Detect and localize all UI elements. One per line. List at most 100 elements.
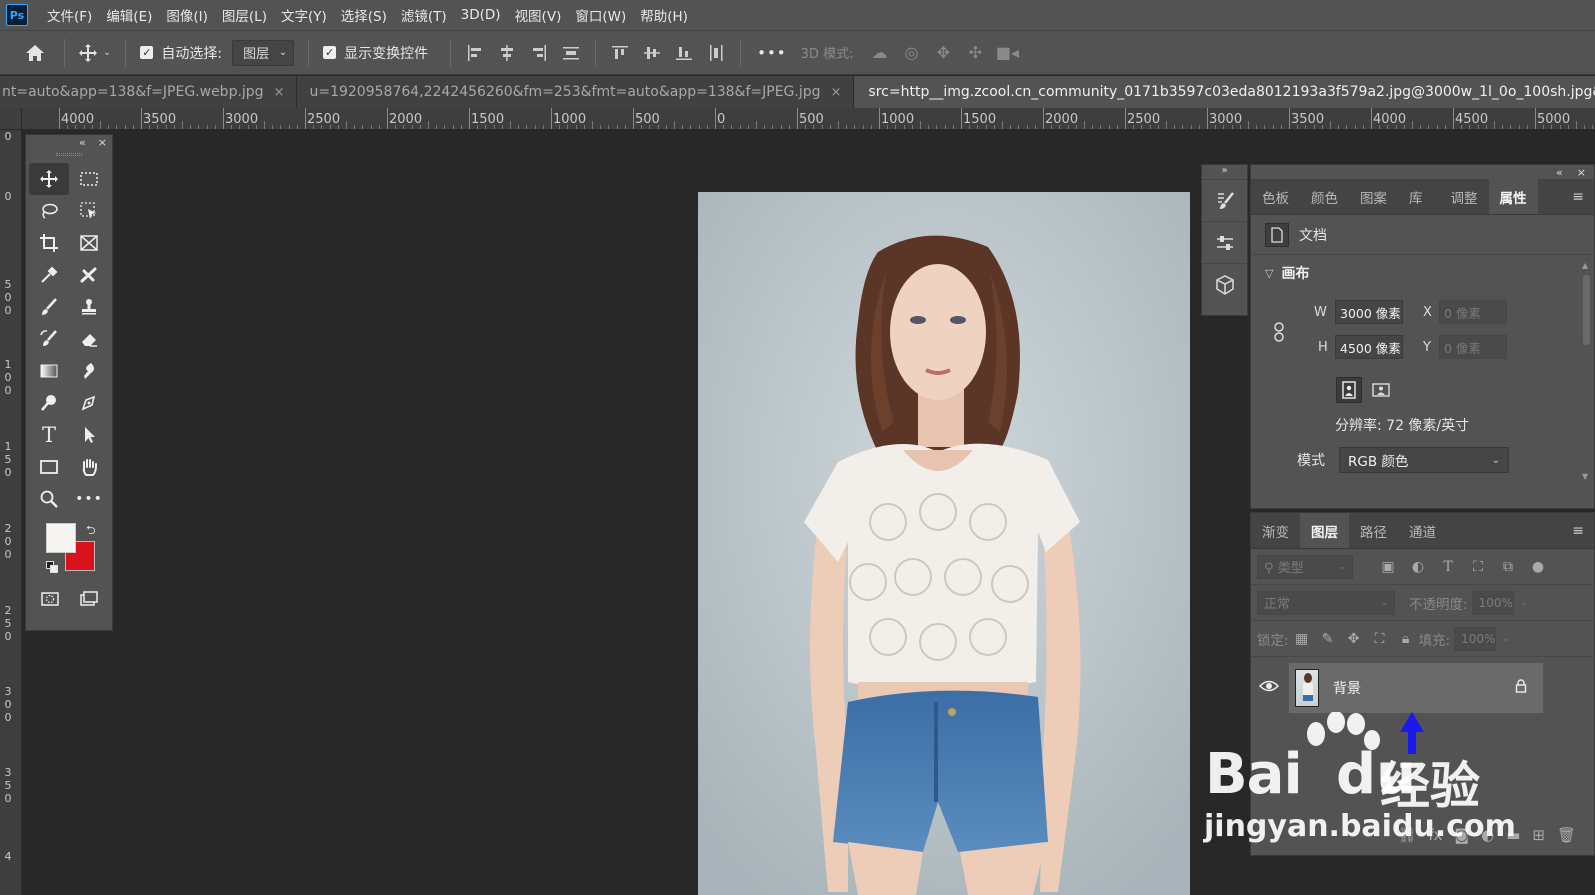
- default-colors-icon[interactable]: [46, 561, 58, 573]
- foreground-color-swatch[interactable]: [46, 523, 76, 553]
- menu-help[interactable]: 帮助(H): [633, 5, 695, 25]
- chevron-down-icon[interactable]: ⌄: [1502, 634, 1510, 644]
- lock-artboard-icon[interactable]: ⛶: [1367, 627, 1393, 651]
- distribute-vertical-icon[interactable]: [555, 38, 587, 68]
- brush-tool-icon[interactable]: [29, 291, 69, 323]
- fill-input[interactable]: 100%: [1454, 626, 1497, 651]
- chevron-down-icon[interactable]: ▽: [1265, 267, 1273, 280]
- align-middle-v-icon[interactable]: [636, 38, 668, 68]
- tab-properties[interactable]: 属性: [1488, 179, 1538, 214]
- menu-edit[interactable]: 编辑(E): [99, 5, 159, 25]
- tab-document-2[interactable]: u=1920958764,2242456260&fm=253&fmt=auto&…: [297, 76, 855, 108]
- tab-layers[interactable]: 图层: [1300, 513, 1349, 548]
- menu-view[interactable]: 视图(V): [508, 5, 569, 25]
- properties-scrollbar[interactable]: ▲ ▼: [1580, 261, 1592, 481]
- dodge-tool-icon[interactable]: [29, 387, 69, 419]
- delete-layer-icon[interactable]: 🗑︎: [1557, 826, 1576, 844]
- home-icon[interactable]: [20, 38, 50, 68]
- panel-grip[interactable]: [26, 149, 112, 159]
- blend-mode-dropdown[interactable]: 正常 ⌄: [1257, 590, 1395, 615]
- menu-window[interactable]: 窗口(W): [568, 5, 633, 25]
- history-brush-tool-icon[interactable]: [29, 323, 69, 355]
- canvas-width-input[interactable]: 3000 像素: [1335, 300, 1403, 324]
- align-center-h-icon[interactable]: [491, 38, 523, 68]
- move-tool-icon[interactable]: [73, 38, 103, 68]
- canvas-x-input[interactable]: 0 像素: [1439, 300, 1507, 324]
- lock-all-icon[interactable]: 🔒︎: [1393, 627, 1419, 651]
- tab-patterns[interactable]: 图案: [1349, 179, 1398, 214]
- zoom-tool-icon[interactable]: [29, 483, 69, 515]
- close-icon[interactable]: ×: [274, 85, 285, 100]
- panel-menu-icon[interactable]: ≡: [1572, 513, 1594, 548]
- collapse-icon[interactable]: «: [1556, 166, 1563, 179]
- path-selection-tool-icon[interactable]: [69, 419, 109, 451]
- filter-type-icon[interactable]: T: [1433, 555, 1463, 579]
- new-layer-icon[interactable]: ⊞: [1532, 826, 1545, 844]
- frame-tool-icon[interactable]: [69, 227, 109, 259]
- brush-settings-icon[interactable]: [1202, 179, 1247, 221]
- tab-color[interactable]: 颜色: [1300, 179, 1349, 214]
- auto-select-target-dropdown[interactable]: 图层 ⌄: [232, 39, 295, 66]
- lock-pixels-icon[interactable]: ✎: [1315, 627, 1341, 651]
- adjustment-layer-icon[interactable]: ◐: [1481, 826, 1494, 844]
- hand-tool-icon[interactable]: [69, 451, 109, 483]
- link-layers-icon[interactable]: ⛓: [1397, 826, 1416, 844]
- chevron-down-icon[interactable]: ⌄: [1520, 598, 1528, 608]
- canvas-photo[interactable]: [698, 192, 1190, 895]
- canvas-y-input[interactable]: 0 像素: [1439, 335, 1507, 359]
- menu-file[interactable]: 文件(F): [40, 5, 99, 25]
- close-icon[interactable]: ×: [831, 85, 842, 100]
- clone-stamp-tool-icon[interactable]: [69, 291, 109, 323]
- menu-select[interactable]: 选择(S): [334, 5, 394, 25]
- quick-mask-icon[interactable]: [40, 589, 60, 609]
- menu-image[interactable]: 图像(I): [159, 5, 215, 25]
- lasso-tool-icon[interactable]: [29, 195, 69, 227]
- move-tool-icon[interactable]: [29, 163, 69, 195]
- screen-mode-icon[interactable]: [79, 589, 99, 609]
- swap-colors-icon[interactable]: ⮌: [86, 521, 96, 542]
- filter-toggle-icon[interactable]: ●: [1523, 555, 1553, 579]
- more-options-button[interactable]: •••: [757, 44, 787, 62]
- tab-gradients[interactable]: 渐变: [1251, 513, 1300, 548]
- menu-layer[interactable]: 图层(L): [215, 5, 274, 25]
- eye-icon[interactable]: [1258, 679, 1280, 695]
- align-left-icon[interactable]: [459, 38, 491, 68]
- panel-menu-icon[interactable]: ≡: [1572, 179, 1594, 214]
- add-mask-icon[interactable]: ◙: [1455, 826, 1470, 844]
- color-mode-dropdown[interactable]: RGB 颜色 ⌄: [1339, 447, 1509, 473]
- blur-tool-icon[interactable]: [69, 355, 109, 387]
- landscape-orientation-icon[interactable]: [1368, 377, 1394, 403]
- close-icon[interactable]: ×: [1577, 166, 1586, 179]
- gradient-tool-icon[interactable]: [29, 355, 69, 387]
- layer-filter-dropdown[interactable]: ⚲ 类型 ⌄: [1257, 554, 1353, 579]
- distribute-horizontal-icon[interactable]: [700, 38, 732, 68]
- pen-tool-icon[interactable]: [69, 387, 109, 419]
- filter-adjustment-icon[interactable]: ◐: [1403, 555, 1433, 579]
- menu-filter[interactable]: 滤镜(T): [394, 5, 454, 25]
- crop-tool-icon[interactable]: [29, 227, 69, 259]
- align-right-icon[interactable]: [523, 38, 555, 68]
- collapse-icon[interactable]: «: [79, 136, 86, 149]
- chevron-down-icon[interactable]: ⌄: [103, 47, 111, 58]
- tab-document-3-active[interactable]: src=http__img.zcool.cn_community_0171b35…: [854, 76, 1595, 108]
- filter-pixel-icon[interactable]: ▣: [1373, 555, 1403, 579]
- tab-swatches[interactable]: 色板: [1251, 179, 1300, 214]
- lock-position-icon[interactable]: ✥: [1341, 627, 1367, 651]
- healing-brush-tool-icon[interactable]: [69, 259, 109, 291]
- show-transform-checkbox[interactable]: ✓: [323, 46, 337, 59]
- layer-style-icon[interactable]: fx: [1428, 826, 1442, 844]
- rectangle-tool-icon[interactable]: [29, 451, 69, 483]
- portrait-orientation-icon[interactable]: [1336, 377, 1362, 403]
- tab-channels[interactable]: 通道: [1398, 513, 1447, 548]
- filter-smart-object-icon[interactable]: ⧉: [1493, 555, 1523, 579]
- filter-shape-icon[interactable]: ⛶: [1463, 555, 1493, 579]
- menu-type[interactable]: 文字(Y): [274, 5, 334, 25]
- eyedropper-tool-icon[interactable]: [29, 259, 69, 291]
- marquee-tool-icon[interactable]: [69, 163, 109, 195]
- align-top-icon[interactable]: [604, 38, 636, 68]
- adjustments-sliders-icon[interactable]: [1202, 221, 1247, 263]
- 3d-cube-icon[interactable]: [1202, 263, 1247, 305]
- tab-document-1[interactable]: nt=auto&app=138&f=JPEG.webp.jpg ×: [0, 76, 298, 108]
- close-icon[interactable]: ×: [98, 136, 107, 149]
- eraser-tool-icon[interactable]: [69, 323, 109, 355]
